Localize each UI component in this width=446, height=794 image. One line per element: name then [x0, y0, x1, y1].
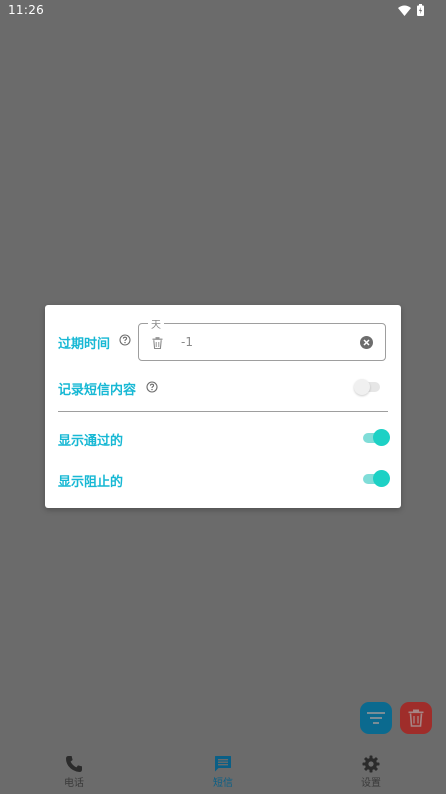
gear-icon [362, 755, 380, 773]
delete-button[interactable] [400, 702, 432, 734]
trash-icon [408, 709, 424, 727]
battery-icon [417, 4, 424, 16]
filter-icon [367, 712, 385, 724]
nav-label-phone: 电话 [64, 778, 84, 789]
record-sms-label: 记录短信内容 [58, 383, 137, 398]
switch-thumb [373, 470, 390, 487]
expiry-days-field[interactable]: 天 -1 [138, 316, 386, 361]
switch-thumb [373, 429, 390, 446]
field-legend: 天 [148, 316, 164, 331]
nav-label-settings: 设置 [361, 778, 381, 789]
status-time: 11:26 [8, 3, 45, 17]
status-icons [398, 3, 424, 17]
nav-item-phone[interactable]: 电话 [34, 748, 114, 794]
show-passed-label: 显示通过的 [58, 434, 124, 449]
trash-icon[interactable] [152, 337, 163, 349]
record-sms-switch[interactable] [354, 378, 382, 396]
nav-label-sms: 短信 [213, 778, 233, 789]
bottom-navigation: 电话 短信 设置 [0, 748, 446, 794]
filter-button[interactable] [360, 702, 392, 734]
help-circle-icon[interactable] [146, 381, 158, 393]
phone-icon [66, 756, 82, 772]
show-passed-switch[interactable] [363, 429, 390, 447]
nav-item-settings[interactable]: 设置 [331, 748, 411, 794]
filter-settings-dialog: 过期时间 天 -1 记录短信内容 显示通过的 显示阻止的 [45, 305, 401, 508]
show-blocked-switch[interactable] [363, 470, 390, 488]
nav-item-sms[interactable]: 短信 [183, 748, 263, 794]
wifi-icon [398, 5, 411, 16]
message-icon [215, 756, 231, 772]
switch-thumb [354, 379, 370, 395]
clear-icon[interactable] [360, 336, 373, 349]
status-bar: 11:26 [0, 0, 446, 22]
divider [58, 411, 388, 412]
expiry-days-value: -1 [181, 335, 193, 349]
help-circle-icon[interactable] [119, 334, 131, 346]
show-blocked-label: 显示阻止的 [58, 475, 124, 490]
expiry-label: 过期时间 [58, 337, 111, 352]
